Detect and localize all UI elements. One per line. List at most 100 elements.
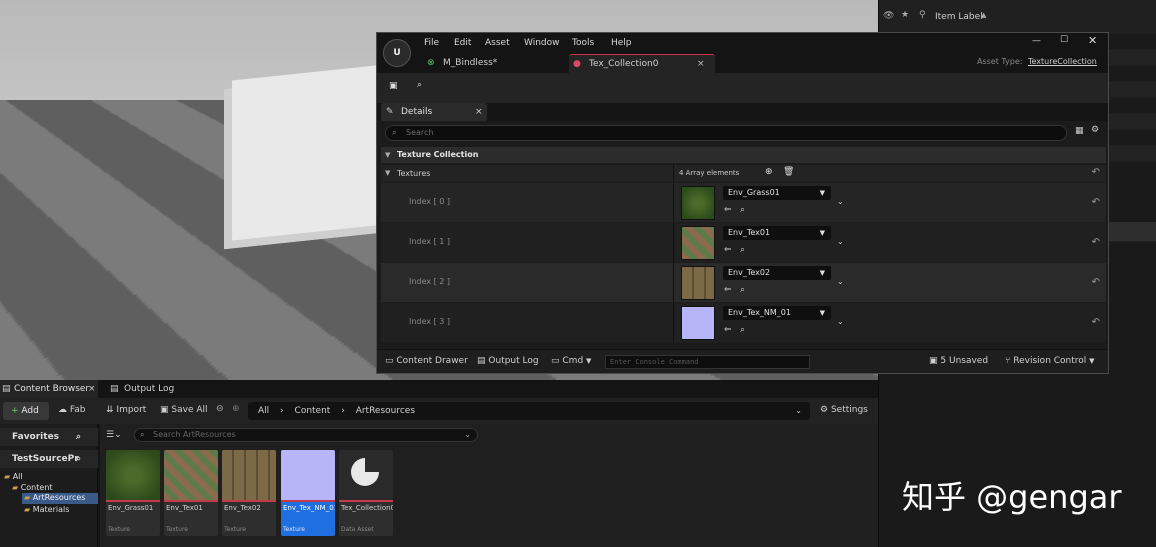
save-icon[interactable]: ▣ [389, 81, 398, 91]
texture-picker-combo[interactable]: Env_Tex02 ▼ [723, 266, 831, 280]
project-header[interactable]: TestSourcePr ⌕ [0, 450, 98, 468]
tab-content-browser[interactable]: ▤ Content Browser × [0, 380, 98, 398]
texture-picker-combo[interactable]: Env_Tex_NM_01 ▼ [723, 306, 831, 320]
tree-item-all[interactable]: ▰ All [4, 472, 23, 481]
pencil-icon: ✎ [386, 107, 394, 117]
close-icon[interactable]: ✕ [1088, 34, 1097, 47]
favorites-header[interactable]: Favorites ⌕ [0, 428, 98, 446]
use-selected-icon[interactable]: ⇐ [724, 245, 732, 255]
revision-control-button[interactable]: ⑂ Revision Control ▼ [1005, 356, 1095, 366]
details-search-input[interactable]: ⌕ Search [385, 125, 1067, 141]
asset-tile[interactable]: Env_Tex02 Texture [222, 450, 276, 536]
asset-thumbnail [339, 450, 393, 500]
filter-icon[interactable]: ☰⌄ [106, 430, 122, 440]
tab-details[interactable]: ✎ Details × [381, 103, 487, 121]
browse-asset-icon[interactable]: ⌕ [740, 245, 745, 255]
crumb-artresources[interactable]: ArtResources [356, 406, 415, 416]
reset-icon[interactable]: ↶ [1092, 277, 1100, 288]
dropdown-arrow-icon: ▼ [819, 229, 825, 237]
add-element-icon[interactable]: ⊕ [765, 167, 773, 177]
tab-close-icon[interactable]: × [697, 55, 705, 74]
asset-thumbnail [106, 450, 160, 500]
texture-thumbnail[interactable] [681, 266, 715, 300]
reset-icon[interactable]: ↶ [1092, 317, 1100, 328]
menu-window[interactable]: Window [524, 38, 560, 48]
element-options-icon[interactable]: ⌄ [837, 197, 844, 206]
pin-icon[interactable]: ⚲ [919, 10, 926, 20]
asset-editor-window: U File Edit Asset Window Tools Help — ☐ … [376, 32, 1109, 374]
settings-button[interactable]: ⚙ Settings [820, 405, 868, 415]
tree-item-artresources[interactable]: ▰ ArtResources [22, 493, 98, 504]
asset-tile[interactable]: Env_Grass01 Texture [106, 450, 160, 536]
reset-icon[interactable]: ↶ [1092, 197, 1100, 208]
texture-picker-combo[interactable]: Env_Tex01 ▼ [723, 226, 831, 240]
cmd-dropdown[interactable]: ▭ Cmd ▼ [551, 356, 591, 366]
tree-item-materials[interactable]: ▰ Materials [24, 505, 69, 514]
element-options-icon[interactable]: ⌄ [837, 237, 844, 246]
use-selected-icon[interactable]: ⇐ [724, 285, 732, 295]
texture-thumbnail[interactable] [681, 306, 715, 340]
output-log-button[interactable]: ▤ Output Log [477, 356, 539, 366]
element-options-icon[interactable]: ⌄ [837, 317, 844, 326]
item-label-header[interactable]: Item Label [935, 12, 983, 22]
log-icon: ▤ [110, 384, 119, 394]
reset-icon[interactable]: ↶ [1092, 167, 1100, 178]
settings-gear-icon[interactable]: ⚙ [1091, 125, 1099, 135]
tab-tex-collection[interactable]: ● Tex_Collection0 × [569, 54, 715, 73]
element-options-icon[interactable]: ⌄ [837, 277, 844, 286]
menu-file[interactable]: File [424, 38, 439, 48]
minimize-icon[interactable]: — [1032, 36, 1041, 46]
browse-asset-icon[interactable]: ⌕ [740, 285, 745, 295]
delete-all-icon[interactable]: 🗑 [783, 167, 794, 177]
back-icon[interactable]: ⊖ [216, 404, 224, 414]
section-texture-collection[interactable]: ▼ Texture Collection [381, 147, 1106, 163]
import-button[interactable]: ⇊ Import [106, 405, 146, 415]
folder-icon: ▰ [24, 505, 31, 514]
expand-arrow-icon[interactable]: ▼ [385, 169, 390, 177]
tree-item-content[interactable]: ▰ Content [12, 483, 53, 492]
texture-picker-combo[interactable]: Env_Grass01 ▼ [723, 186, 831, 200]
content-drawer-button[interactable]: ▭ Content Drawer [385, 356, 468, 366]
folder-icon: ▰ [24, 493, 31, 502]
eye-icon[interactable]: 👁 [883, 11, 894, 21]
reset-icon[interactable]: ↶ [1092, 237, 1100, 248]
unsaved-button[interactable]: ▣ 5 Unsaved [929, 356, 988, 366]
array-count: 4 Array elements [679, 169, 740, 177]
collapse-arrow-icon[interactable]: ▼ [385, 147, 390, 163]
save-all-button[interactable]: ▣ Save All [160, 405, 208, 415]
forward-icon[interactable]: ⊕ [232, 404, 240, 414]
grid-view-icon[interactable]: ▦ [1075, 126, 1084, 136]
browse-icon[interactable]: ⌕ [417, 80, 422, 90]
menu-asset[interactable]: Asset [485, 38, 510, 48]
asset-search-input[interactable]: ⌕ Search ArtResources ⌄ [134, 428, 478, 442]
details-close-icon[interactable]: × [475, 103, 483, 121]
dropdown-arrow-icon: ▼ [819, 189, 825, 197]
add-button[interactable]: + Add [3, 402, 49, 420]
use-selected-icon[interactable]: ⇐ [724, 325, 732, 335]
menu-help[interactable]: Help [611, 38, 632, 48]
maximize-icon[interactable]: ☐ [1060, 35, 1068, 45]
menu-tools[interactable]: Tools [572, 38, 594, 48]
console-input[interactable]: Enter Console Command [605, 355, 810, 369]
texture-thumbnail[interactable] [681, 226, 715, 260]
crumb-all[interactable]: All [258, 406, 269, 416]
axis-gizmo-icon: ⊥ [6, 345, 15, 356]
texture-thumbnail[interactable] [681, 186, 715, 220]
asset-tile[interactable]: Env_Tex01 Texture [164, 450, 218, 536]
browse-asset-icon[interactable]: ⌕ [740, 325, 745, 335]
star-icon[interactable]: ★ [901, 10, 909, 20]
chevron-right-icon: › [280, 406, 284, 416]
fab-button[interactable]: ☁ Fab [58, 405, 85, 415]
browse-asset-icon[interactable]: ⌕ [740, 205, 745, 215]
content-browser-toolbar: + Add ☁ Fab ⇊ Import ▣ Save All ⊖ ⊕ All … [0, 398, 878, 424]
chevron-down-icon[interactable]: ⌄ [795, 402, 802, 420]
asset-tile-selected[interactable]: Env_Tex_NM_01 Texture [281, 450, 335, 536]
tab-m-bindless[interactable]: ⊗ M_Bindless* [423, 54, 563, 73]
use-selected-icon[interactable]: ⇐ [724, 205, 732, 215]
crumb-content[interactable]: Content [295, 406, 331, 416]
asset-tile[interactable]: Tex_Collection0 Data Asset [339, 450, 393, 536]
unreal-logo-icon[interactable]: U [383, 39, 411, 67]
tab-output-log[interactable]: ▤ Output Log [108, 380, 174, 398]
menu-edit[interactable]: Edit [454, 38, 471, 48]
asset-type-link[interactable]: TextureCollection [1028, 57, 1097, 66]
